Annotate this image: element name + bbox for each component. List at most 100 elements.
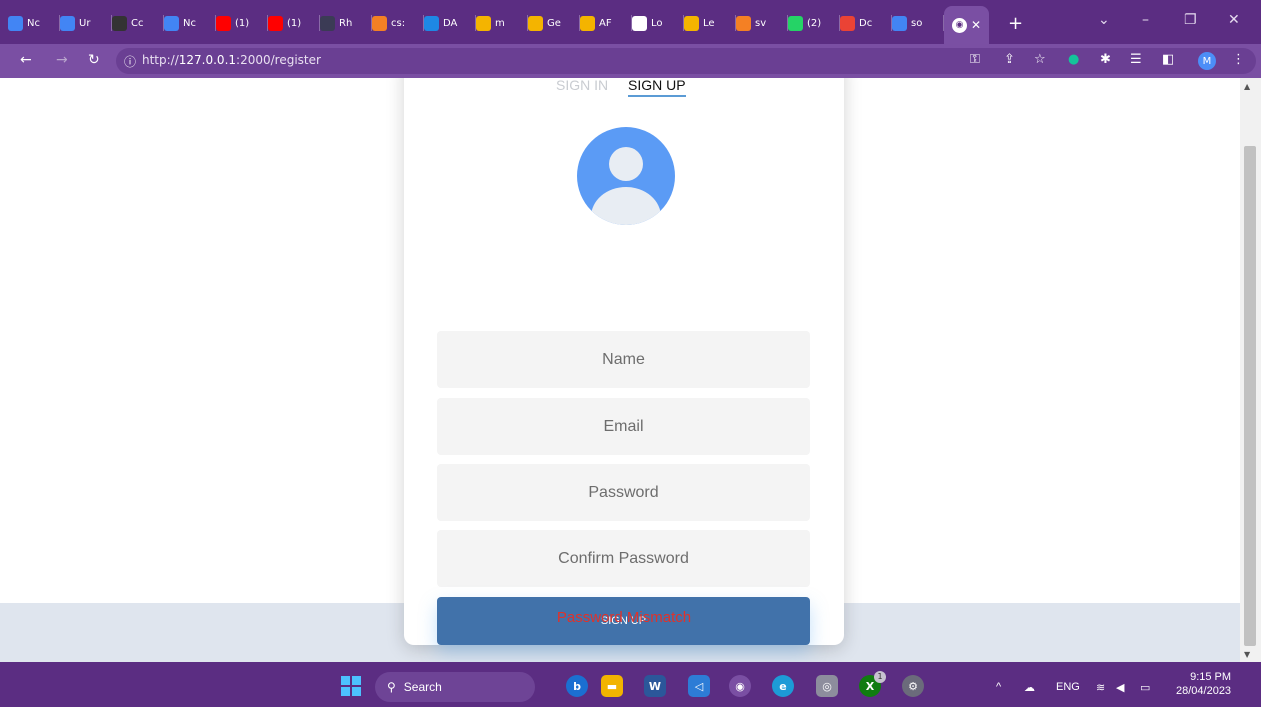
browser-tab[interactable]: (1): [216, 10, 268, 36]
tab-label: Rh: [339, 17, 353, 29]
system-clock[interactable]: 9:15 PM 28/04/2023: [1176, 670, 1231, 698]
battery-icon[interactable]: ▭: [1140, 681, 1150, 694]
volume-icon[interactable]: ◀: [1116, 681, 1124, 694]
wifi-icon[interactable]: ≋: [1096, 681, 1105, 694]
file-explorer-icon[interactable]: ▬: [601, 675, 623, 697]
tab-label: m: [495, 17, 505, 29]
docs-icon: [892, 15, 907, 31]
profile-avatar[interactable]: M: [1198, 52, 1216, 70]
browser-tab[interactable]: DA: [424, 10, 476, 36]
url-scheme: http://: [142, 53, 179, 67]
new-tab-button[interactable]: +: [1008, 10, 1023, 36]
tab-sign-in[interactable]: SIGN IN: [556, 78, 608, 93]
browser-tab[interactable]: so: [892, 10, 944, 36]
tab-label: Ur: [79, 17, 91, 29]
extensions-icon[interactable]: ✱: [1100, 52, 1111, 67]
url-host: 127.0.0.1: [178, 53, 237, 67]
browser-tab[interactable]: cs:: [372, 10, 424, 36]
tab-label: (1): [235, 17, 250, 29]
close-tab-icon[interactable]: ✕: [971, 18, 981, 32]
error-message: Password Mismatch: [556, 609, 692, 626]
restore-icon[interactable]: ❐: [1184, 12, 1197, 28]
taskbar-search-label: Search: [403, 680, 442, 694]
browser-tab[interactable]: (2): [788, 10, 840, 36]
stackoverflow-icon: [372, 15, 387, 31]
scroll-up-icon[interactable]: ▲: [1244, 82, 1250, 91]
browser-tab[interactable]: Le: [684, 10, 736, 36]
youtube-icon: [216, 15, 231, 31]
whatsapp-icon: [788, 15, 803, 31]
globe-icon: [632, 15, 647, 31]
tab-label: Dc: [859, 17, 873, 29]
tab-label: (2): [807, 17, 822, 29]
docs-icon: [164, 15, 179, 31]
browser-tab[interactable]: Lo: [632, 10, 684, 36]
reading-list-icon[interactable]: ☰: [1130, 52, 1142, 67]
tab-label: Cc: [131, 17, 144, 29]
browser-tab[interactable]: Nc: [8, 10, 60, 36]
tab-search-icon[interactable]: ⌄: [1098, 12, 1110, 28]
scroll-down-icon[interactable]: ▼: [1244, 650, 1250, 659]
browser-tab[interactable]: m: [476, 10, 528, 36]
tray-chevron-icon[interactable]: ^: [996, 681, 1001, 693]
back-icon[interactable]: ←: [20, 52, 32, 68]
clock-time: 9:15 PM: [1190, 671, 1232, 683]
tab-active[interactable]: ◉ ✕: [944, 6, 990, 44]
star-icon[interactable]: ☆: [1034, 52, 1046, 67]
browser-tab[interactable]: sv: [736, 10, 788, 36]
word-icon[interactable]: W: [644, 675, 666, 697]
tab-label: Ge: [547, 17, 561, 29]
confirm-password-input[interactable]: [437, 530, 810, 587]
chrome-icon[interactable]: ◉: [729, 675, 751, 697]
url-path: :2000/register: [236, 53, 321, 67]
minimize-icon[interactable]: –: [1142, 12, 1149, 28]
browser-tab[interactable]: AF: [580, 10, 632, 36]
email-input[interactable]: [437, 398, 810, 455]
bing-icon[interactable]: b: [566, 675, 588, 697]
search-icon: ⚲: [387, 680, 396, 694]
browser-tab[interactable]: Dc: [840, 10, 892, 36]
windows-start-icon[interactable]: [341, 676, 361, 696]
menu-icon[interactable]: ⋮: [1232, 52, 1245, 67]
browser-tab[interactable]: Ur: [60, 10, 112, 36]
browser-tab[interactable]: Cc: [112, 10, 164, 36]
browser-tab[interactable]: Rh: [320, 10, 372, 36]
taskbar-search[interactable]: ⚲ Search: [375, 672, 535, 702]
browser-tab[interactable]: (1): [268, 10, 320, 36]
gmail-icon: [840, 15, 855, 31]
scrollbar-thumb[interactable]: [1244, 146, 1256, 646]
url-text[interactable]: http://127.0.0.1:2000/register: [142, 53, 321, 67]
docs-icon: [60, 15, 75, 31]
info-icon[interactable]: ⓘ: [124, 53, 136, 70]
onedrive-icon[interactable]: ☁: [1024, 681, 1035, 694]
side-panel-icon[interactable]: ◧: [1162, 52, 1174, 67]
browser-tab[interactable]: Ge: [528, 10, 580, 36]
name-input[interactable]: [437, 331, 810, 388]
forward-icon[interactable]: →: [56, 52, 68, 68]
globe-icon: ◉: [952, 17, 967, 33]
tab-label: Nc: [27, 17, 40, 29]
vscode-icon[interactable]: ◁: [688, 675, 710, 697]
browser-tab[interactable]: Nc: [164, 10, 216, 36]
tab-label: Lo: [651, 17, 663, 29]
page-viewport: SIGN IN SIGN UP SIGN UP: [0, 78, 1240, 662]
settings-icon[interactable]: ⚙: [902, 675, 924, 697]
toolbar: ← → ↻ ⓘ http://127.0.0.1:2000/register ⚿…: [0, 44, 1261, 78]
tab-label: so: [911, 17, 923, 29]
tab-sign-up[interactable]: SIGN UP: [628, 78, 686, 97]
photos-icon[interactable]: ◎: [816, 675, 838, 697]
close-window-icon[interactable]: ✕: [1228, 12, 1240, 28]
docs-icon: [8, 15, 23, 31]
edge-icon[interactable]: e: [772, 675, 794, 697]
grammarly-icon[interactable]: ●: [1068, 52, 1079, 67]
tab-label: sv: [755, 17, 767, 29]
password-input[interactable]: [437, 464, 810, 521]
tab-label: AF: [599, 17, 612, 29]
reload-icon[interactable]: ↻: [88, 52, 100, 68]
language-indicator[interactable]: ENG: [1056, 681, 1080, 693]
tab-strip: Nc Ur Cc Nc (1) (1) Rh cs: DA m Ge AF Lo Le sv (2) Dc so …: [0, 0, 1261, 44]
s-icon: [424, 15, 439, 31]
key-icon[interactable]: ⚿: [970, 52, 980, 67]
xbox-badge: 1: [874, 671, 886, 683]
share-icon[interactable]: ⇪: [1004, 52, 1015, 67]
